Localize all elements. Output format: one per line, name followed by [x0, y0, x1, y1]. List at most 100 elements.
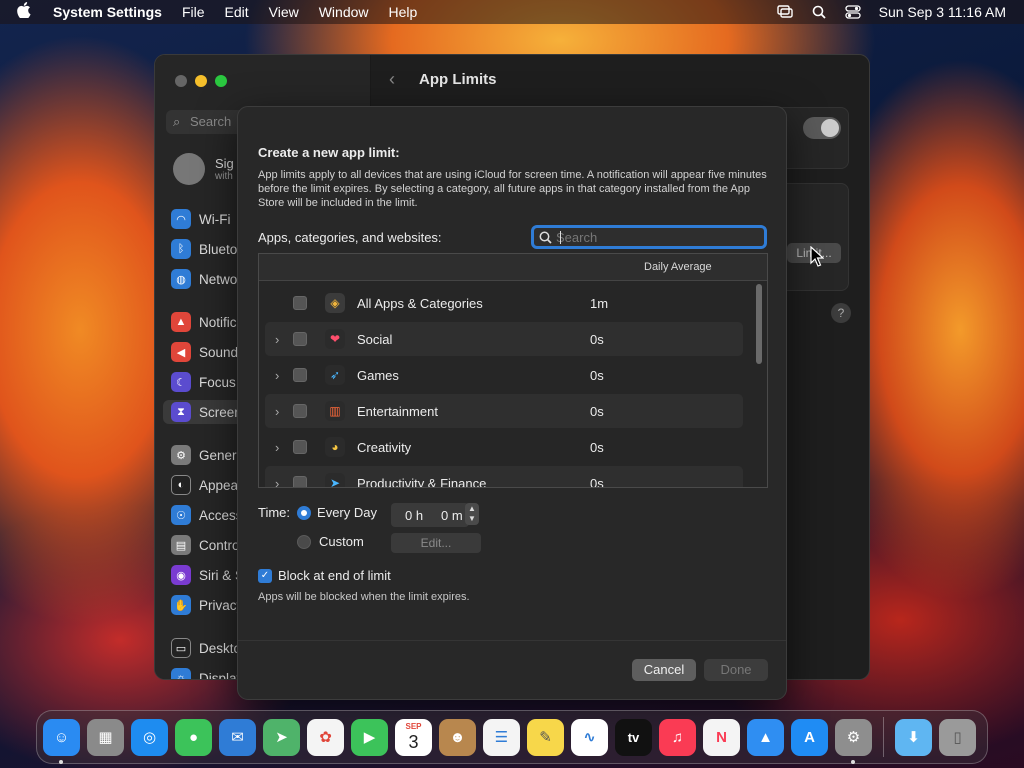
- sidebar-item-wifi[interactable]: ◠ Wi-Fi: [171, 207, 230, 231]
- row-checkbox[interactable]: [293, 332, 307, 346]
- screen-mirroring-icon[interactable]: [776, 5, 793, 19]
- sidebar-item-appearance[interactable]: ◐ Appea: [171, 473, 238, 497]
- time-limit-field[interactable]: 0 h 0 m: [391, 503, 469, 527]
- table-scrollbar[interactable]: [756, 284, 762, 364]
- finder-icon[interactable]: ☺: [43, 718, 80, 764]
- chevron-right-icon[interactable]: ›: [275, 368, 279, 383]
- zoom-window-button[interactable]: [215, 75, 227, 87]
- sidebar-item-notifications[interactable]: ▲ Notific: [171, 310, 237, 334]
- table-row[interactable]: › ◕ Creativity 0s: [265, 430, 743, 464]
- sidebar-item-label: Focus: [199, 374, 236, 390]
- sidebar-item-focus[interactable]: ☾ Focus: [171, 370, 236, 394]
- app-limits-toggle[interactable]: [803, 117, 841, 139]
- apple-tv-icon[interactable]: tv: [615, 718, 652, 756]
- every-day-radio[interactable]: [297, 505, 312, 520]
- menu-view[interactable]: View: [269, 4, 299, 20]
- globe-icon: ◍: [171, 269, 191, 289]
- apps-search-field[interactable]: [531, 225, 767, 249]
- hours-value[interactable]: 0 h: [405, 508, 423, 523]
- photos-icon[interactable]: ✿: [307, 718, 344, 756]
- block-at-end-option[interactable]: ✓ Block at end of limit: [258, 568, 391, 583]
- time-custom-option[interactable]: Custom: [297, 534, 364, 549]
- chevron-right-icon[interactable]: ›: [275, 476, 279, 488]
- sidebar-item-privacy[interactable]: ✋ Privacy: [171, 593, 243, 617]
- chevron-right-icon[interactable]: ›: [275, 332, 279, 347]
- time-every-day-option[interactable]: Time: Every Day: [258, 505, 377, 520]
- column-header-daily-average[interactable]: Daily Average: [644, 261, 712, 273]
- menu-app-name[interactable]: System Settings: [53, 4, 162, 20]
- table-row[interactable]: ◈ All Apps & Categories 1m: [265, 286, 743, 320]
- close-window-button[interactable]: [175, 75, 187, 87]
- calendar-day: 3: [408, 732, 419, 752]
- edit-custom-button[interactable]: Edit...: [391, 533, 481, 553]
- search-icon: ⌕: [173, 114, 181, 129]
- chevron-right-icon[interactable]: ›: [275, 440, 279, 455]
- menu-file[interactable]: File: [182, 4, 205, 20]
- safari-icon[interactable]: ◎: [131, 718, 168, 756]
- block-checkbox[interactable]: ✓: [258, 568, 272, 583]
- menu-edit[interactable]: Edit: [225, 4, 249, 20]
- apps-search-input[interactable]: [556, 229, 756, 245]
- row-checkbox[interactable]: [293, 476, 307, 487]
- table-row[interactable]: › ▥ Entertainment 0s: [265, 394, 743, 428]
- sidebar-item-general[interactable]: ⚙ Genera: [171, 443, 244, 467]
- sidebar-item-network[interactable]: ◍ Netwo: [171, 267, 237, 291]
- calendar-icon[interactable]: SEP 3: [395, 718, 432, 756]
- facetime-icon[interactable]: ▶: [351, 718, 388, 756]
- sidebar-item-siri[interactable]: ◉ Siri & S: [171, 563, 244, 587]
- notes-icon[interactable]: ✎: [527, 718, 564, 756]
- menu-clock[interactable]: Sun Sep 3 11:16 AM: [879, 4, 1006, 20]
- custom-radio[interactable]: [297, 534, 311, 549]
- app-store-icon[interactable]: A: [791, 718, 828, 756]
- gear-icon: ⚙: [171, 445, 191, 465]
- sidebar-item-sound[interactable]: ◀ Sound: [171, 340, 238, 364]
- table-row[interactable]: › ➤ Productivity & Finance 0s: [265, 466, 743, 488]
- menu-help[interactable]: Help: [389, 4, 418, 20]
- minutes-value[interactable]: 0 m: [441, 508, 463, 523]
- running-indicator: [851, 759, 855, 764]
- sidebar-item-control-center[interactable]: ▤ Contro: [171, 533, 240, 557]
- reminders-icon[interactable]: ☰: [483, 718, 520, 756]
- news-icon[interactable]: N: [703, 718, 740, 756]
- apple-id-profile[interactable]: Sig with: [173, 153, 234, 185]
- rocket-icon: ➶: [325, 365, 345, 385]
- control-center-icon[interactable]: [844, 5, 861, 19]
- apple-menu-icon[interactable]: [17, 2, 37, 22]
- window-controls: [175, 75, 227, 87]
- row-checkbox[interactable]: [293, 368, 307, 382]
- row-checkbox[interactable]: [293, 404, 307, 418]
- trash-icon[interactable]: ▯: [939, 718, 976, 756]
- table-row[interactable]: › ❤ Social 0s: [265, 322, 743, 356]
- row-daily-average: 0s: [590, 439, 604, 455]
- menu-window[interactable]: Window: [319, 4, 369, 20]
- freeform-icon[interactable]: ∿: [571, 718, 608, 756]
- sidebar-item-accessibility[interactable]: ☉ Access: [171, 503, 243, 527]
- launchpad-icon[interactable]: ▦: [87, 718, 124, 756]
- row-label: Creativity: [357, 439, 412, 455]
- sidebar-item-bluetooth[interactable]: ᛒ Blueto: [171, 237, 237, 261]
- time-stepper[interactable]: ▲ ▼: [465, 503, 479, 525]
- spotlight-search-icon[interactable]: [811, 5, 827, 19]
- mail-icon[interactable]: ✉: [219, 718, 256, 756]
- sidebar-item-desktop[interactable]: ▭ Deskto: [171, 636, 241, 660]
- chevron-right-icon[interactable]: ›: [275, 404, 279, 419]
- back-chevron-icon[interactable]: ‹: [389, 69, 395, 90]
- minimize-window-button[interactable]: [195, 75, 207, 87]
- moon-icon: ☾: [171, 372, 191, 392]
- row-daily-average: 0s: [590, 403, 604, 419]
- downloads-folder-icon[interactable]: ⬇: [895, 718, 932, 756]
- cancel-button[interactable]: Cancel: [632, 659, 696, 681]
- done-button[interactable]: Done: [704, 659, 768, 681]
- keynote-icon[interactable]: ▲: [747, 718, 784, 756]
- contacts-icon[interactable]: ☻: [439, 718, 476, 756]
- dock: ☺ ▦ ◎ ● ✉ ➤ ✿ ▶ SEP 3 ☻ ☰ ✎ ∿ tv ♫ N ▲ A…: [36, 710, 988, 764]
- system-settings-icon[interactable]: ⚙: [835, 718, 872, 764]
- table-row[interactable]: › ➶ Games 0s: [265, 358, 743, 392]
- help-button[interactable]: ?: [831, 303, 851, 323]
- row-checkbox[interactable]: [293, 296, 307, 310]
- row-checkbox[interactable]: [293, 440, 307, 454]
- messages-icon[interactable]: ●: [175, 718, 212, 756]
- maps-icon[interactable]: ➤: [263, 718, 300, 756]
- sidebar-item-displays[interactable]: ☼ Display: [171, 666, 243, 679]
- music-icon[interactable]: ♫: [659, 718, 696, 756]
